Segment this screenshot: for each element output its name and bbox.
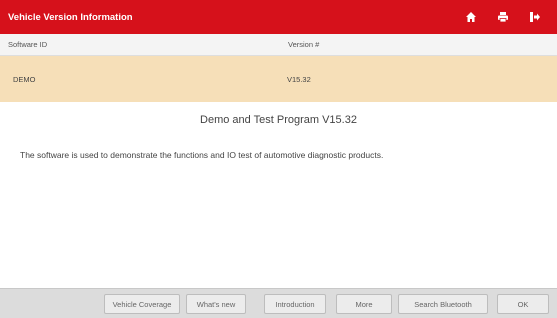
table-header: Software ID Version # bbox=[0, 34, 557, 56]
search-bluetooth-button[interactable]: Search Bluetooth bbox=[398, 294, 488, 314]
program-description: The software is used to demonstrate the … bbox=[20, 150, 384, 160]
software-id-cell: DEMO bbox=[13, 74, 36, 84]
print-button[interactable] bbox=[489, 0, 517, 34]
introduction-button[interactable]: Introduction bbox=[264, 294, 326, 314]
bottom-toolbar: Vehicle Coverage What's new Introduction… bbox=[0, 288, 557, 318]
program-info-panel: Demo and Test Program V15.32 The softwar… bbox=[0, 102, 557, 288]
home-button[interactable] bbox=[457, 0, 485, 34]
toolbar-icons bbox=[453, 0, 557, 34]
ok-button[interactable]: OK bbox=[497, 294, 549, 314]
exit-icon bbox=[530, 12, 540, 22]
vehicle-coverage-button[interactable]: Vehicle Coverage bbox=[104, 294, 180, 314]
version-cell: V15.32 bbox=[287, 74, 311, 84]
whats-new-button[interactable]: What's new bbox=[186, 294, 246, 314]
print-icon bbox=[498, 12, 508, 23]
exit-button[interactable] bbox=[521, 0, 549, 34]
column-header-software-id: Software ID bbox=[8, 40, 48, 49]
program-title: Demo and Test Program V15.32 bbox=[200, 114, 357, 126]
table-row[interactable]: DEMO V15.32 bbox=[0, 56, 557, 102]
title-bar: Vehicle Version Information bbox=[0, 0, 557, 34]
home-icon bbox=[466, 12, 476, 22]
column-header-version: Version # bbox=[288, 40, 320, 49]
page-title: Vehicle Version Information bbox=[8, 11, 133, 23]
more-button[interactable]: More bbox=[336, 294, 392, 314]
